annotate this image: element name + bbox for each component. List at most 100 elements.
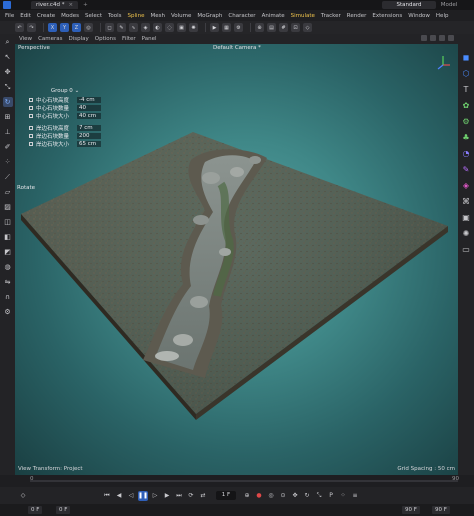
generator-menu-icon[interactable]: ✿ xyxy=(461,100,472,111)
row-value[interactable]: 40 cm xyxy=(77,113,101,119)
light-menu-icon[interactable]: ✺ xyxy=(461,228,472,239)
menu-extensions[interactable]: Extensions xyxy=(372,13,402,19)
camera-menu-icon[interactable]: ▣ xyxy=(461,212,472,223)
menu-modes[interactable]: Modes xyxy=(61,13,79,19)
row-value[interactable]: -4 cm xyxy=(77,97,101,103)
close-tab-icon[interactable]: × xyxy=(68,2,73,8)
menu-render[interactable]: Render xyxy=(347,13,367,19)
row-value[interactable]: 7 cm xyxy=(77,125,101,131)
viewport-menu-filter[interactable]: Filter xyxy=(122,36,136,42)
soft-selection-icon[interactable]: ◍ xyxy=(3,262,13,272)
menu-mograph[interactable]: MoGraph xyxy=(197,13,222,19)
brush-icon[interactable]: ✐ xyxy=(3,142,13,152)
row-checkbox[interactable] xyxy=(29,142,33,146)
layout-model-tab[interactable]: Model xyxy=(437,1,461,9)
timeline-track[interactable] xyxy=(30,480,458,482)
model-mode-icon[interactable]: ◫ xyxy=(3,217,13,227)
move-icon[interactable]: ✥ xyxy=(3,67,13,77)
menu-window[interactable]: Window xyxy=(408,13,430,19)
select-arrow-icon[interactable]: ↖ xyxy=(3,52,13,62)
viewport-menu-panel[interactable]: Panel xyxy=(142,36,157,42)
uv-mode-icon[interactable]: ▨ xyxy=(3,202,13,212)
orbit-icon[interactable] xyxy=(439,35,445,41)
range-icon[interactable]: ⇄ xyxy=(198,491,208,501)
field-icon[interactable]: ◌ xyxy=(165,23,174,32)
points-mode-icon[interactable]: ⁘ xyxy=(3,157,13,167)
current-frame-field[interactable]: 1 F xyxy=(216,491,236,500)
scale-key-icon[interactable]: ⤡ xyxy=(314,491,324,501)
lock-icon[interactable]: ⊡ xyxy=(291,23,300,32)
play-pause-button[interactable]: ❚❚ xyxy=(138,490,148,501)
volume-icon[interactable]: ◈ xyxy=(461,180,472,191)
coordinate-system-icon[interactable]: ◎ xyxy=(84,23,93,32)
row-value[interactable]: 65 cm xyxy=(77,141,101,147)
menu-tools[interactable]: Tools xyxy=(108,13,122,19)
pla-key-icon[interactable]: ⁘ xyxy=(338,491,348,501)
row-checkbox[interactable] xyxy=(29,134,33,138)
view-icon[interactable]: ◇ xyxy=(303,23,312,32)
deformer-menu-icon[interactable]: ◔ xyxy=(461,148,472,159)
undo-icon[interactable]: ↶ xyxy=(15,23,24,32)
menu-tracker[interactable]: Tracker xyxy=(321,13,341,19)
row-checkbox[interactable] xyxy=(29,106,33,110)
menu-animate[interactable]: Animate xyxy=(262,13,285,19)
settings-icon[interactable]: ⚙ xyxy=(3,307,13,317)
grid-icon[interactable]: # xyxy=(279,23,288,32)
axis-x-button[interactable]: X xyxy=(48,23,57,32)
menu-help[interactable]: Help xyxy=(436,13,449,19)
workplane-icon[interactable]: ▤ xyxy=(267,23,276,32)
cube-menu-icon[interactable]: ⬡ xyxy=(461,68,472,79)
spline-menu-icon[interactable]: ✎ xyxy=(461,164,472,175)
row-value[interactable]: 200 xyxy=(77,133,101,139)
camera-icon[interactable]: ▣ xyxy=(177,23,186,32)
snap-icon[interactable]: ⊕ xyxy=(255,23,264,32)
row-checkbox[interactable] xyxy=(29,114,33,118)
deformer-icon[interactable]: ◐ xyxy=(153,23,162,32)
preview-min-frame-field[interactable]: 0 F xyxy=(56,506,71,514)
position-key-icon[interactable]: ✥ xyxy=(290,491,300,501)
render-queue-icon[interactable]: ▦ xyxy=(222,23,231,32)
edges-mode-icon[interactable]: ⟋ xyxy=(3,172,13,182)
app-icon[interactable] xyxy=(3,1,11,9)
redo-icon[interactable]: ↷ xyxy=(27,23,36,32)
spline-icon[interactable]: ∿ xyxy=(129,23,138,32)
row-value[interactable]: 40 xyxy=(77,105,101,111)
menu-volume[interactable]: Volume xyxy=(171,13,191,19)
menu-file[interactable]: File xyxy=(5,13,14,19)
text-icon[interactable]: T xyxy=(461,84,472,95)
axis-z-button[interactable]: Z xyxy=(72,23,81,32)
next-frame-icon[interactable]: ▷ xyxy=(150,491,160,501)
field-menu-icon[interactable]: ⌘ xyxy=(461,196,472,207)
scale-icon[interactable]: ⤡ xyxy=(3,82,13,92)
viewport-menu-cameras[interactable]: Cameras xyxy=(38,36,62,42)
min-frame-field[interactable]: 0 F xyxy=(28,506,43,514)
param-key-icon[interactable]: P xyxy=(326,491,336,501)
menu-simulate[interactable]: Simulate xyxy=(291,13,315,19)
pen-icon[interactable]: ✎ xyxy=(117,23,126,32)
viewport-menu-display[interactable]: Display xyxy=(69,36,89,42)
rotate-icon[interactable]: ↻ xyxy=(2,97,13,107)
light-icon[interactable]: ✺ xyxy=(189,23,198,32)
menu-select[interactable]: Select xyxy=(85,13,102,19)
row-checkbox[interactable] xyxy=(29,126,33,130)
rotation-key-icon[interactable]: ↻ xyxy=(302,491,312,501)
loop-icon[interactable]: ⟳ xyxy=(186,491,196,501)
generator-icon[interactable]: ◈ xyxy=(141,23,150,32)
search-icon[interactable]: ⌕ xyxy=(3,37,13,47)
document-tab[interactable]: river.c4d * × xyxy=(31,1,79,9)
go-to-start-icon[interactable]: ⏮ xyxy=(102,491,112,501)
preview-max-frame-field[interactable]: 90 F xyxy=(402,506,420,514)
3d-viewport[interactable]: Perspective Default Camera * Group 0 ⌄ 中… xyxy=(15,44,458,475)
mograph-icon[interactable]: ⚙ xyxy=(461,116,472,127)
pan-icon[interactable] xyxy=(421,35,427,41)
cube-icon[interactable]: ◻ xyxy=(105,23,114,32)
object-mode-icon[interactable]: ◧ xyxy=(3,232,13,242)
transform-icon[interactable]: ⊞ xyxy=(3,112,13,122)
axis-y-button[interactable]: Y xyxy=(60,23,69,32)
add-tab-icon[interactable]: + xyxy=(83,2,88,8)
cube-primitive-icon[interactable]: ◼ xyxy=(461,52,472,63)
cloner-icon[interactable]: ♣ xyxy=(461,132,472,143)
texture-mode-icon[interactable]: ◩ xyxy=(3,247,13,257)
layout-selector[interactable]: Standard xyxy=(382,1,436,9)
maximize-icon[interactable] xyxy=(448,35,454,41)
